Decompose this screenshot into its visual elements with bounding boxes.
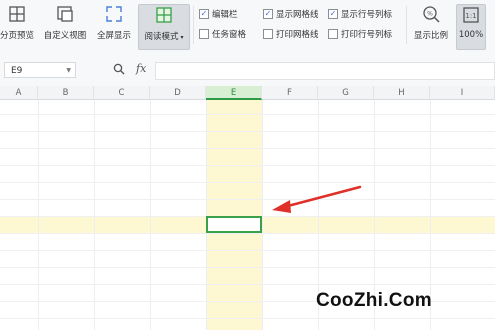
page-break-preview-label: 分页预览 xyxy=(0,31,35,41)
reading-mode-label: 阅读模式 ▾ xyxy=(144,32,184,42)
checkbox-show-gridlines[interactable]: ✓ 显示网格线 xyxy=(263,8,319,20)
ribbon-divider xyxy=(193,6,194,44)
column-highlight xyxy=(206,100,262,330)
column-header-a[interactable]: A xyxy=(0,86,38,100)
zoom-ratio-label: 显示比例 xyxy=(413,31,448,41)
check-icon: ✓ xyxy=(328,9,338,19)
zoom-ratio-icon: % xyxy=(421,4,441,24)
zoom-ratio-button[interactable]: % 显示比例 xyxy=(411,4,451,48)
annotation-arrow-icon xyxy=(272,185,362,213)
column-header-i[interactable]: I xyxy=(430,86,495,100)
fullscreen-label: 全屏显示 xyxy=(96,31,131,41)
checkbox-show-headings[interactable]: ✓ 显示行号列标 xyxy=(328,8,392,20)
reading-mode-icon xyxy=(154,5,174,25)
column-header-e[interactable]: E xyxy=(206,86,262,100)
column-header-b[interactable]: B xyxy=(38,86,94,100)
checkbox-print-headings[interactable]: 打印行号列标 xyxy=(328,28,392,40)
column-header-d[interactable]: D xyxy=(150,86,206,100)
chevron-down-icon: ▾ xyxy=(178,34,184,41)
column-header-c[interactable]: C xyxy=(94,86,150,100)
zoom-100-icon: 1:1 xyxy=(461,5,481,25)
page-break-preview-icon xyxy=(7,4,27,24)
checkbox-formula-bar[interactable]: ✓ 编辑栏 xyxy=(199,8,238,20)
zoom-search-icon[interactable] xyxy=(113,63,125,78)
name-box[interactable]: E9 ▼ xyxy=(4,62,76,78)
custom-view-icon xyxy=(55,4,75,24)
page-break-preview-button[interactable]: 分页预览 xyxy=(0,4,34,48)
svg-text:%: % xyxy=(427,11,433,18)
column-header-g[interactable]: G xyxy=(318,86,374,100)
selected-cell-e9[interactable] xyxy=(206,216,262,233)
column-header-f[interactable]: F xyxy=(262,86,318,100)
zoom-100-label: 100% xyxy=(458,30,484,40)
checkbox-print-gridlines[interactable]: 打印网格线 xyxy=(263,28,319,40)
check-icon: ✓ xyxy=(199,9,209,19)
fullscreen-icon xyxy=(104,4,124,24)
chevron-down-icon[interactable]: ▼ xyxy=(66,63,71,79)
zoom-100-button[interactable]: 1:1 100% xyxy=(456,4,486,50)
reading-mode-button[interactable]: 阅读模式 ▾ xyxy=(138,4,190,50)
fullscreen-button[interactable]: 全屏显示 xyxy=(94,4,134,48)
check-icon: ✓ xyxy=(263,9,273,19)
fx-icon[interactable]: fx xyxy=(136,62,146,75)
formula-bar: E9 ▼ fx xyxy=(0,50,495,87)
column-header-h[interactable]: H xyxy=(374,86,430,100)
ribbon-toolbar: 分页预览 自定义视图 全屏显示 阅读模式 ▾ ✓ 编辑栏 任务窗格 ✓ 显示网格线 … xyxy=(0,0,495,51)
watermark: CooZhi.Com xyxy=(316,290,432,311)
custom-view-label: 自定义视图 xyxy=(43,31,87,41)
checkbox-task-pane[interactable]: 任务窗格 xyxy=(199,28,246,40)
svg-text:1:1: 1:1 xyxy=(465,12,476,20)
formula-input[interactable] xyxy=(155,62,495,80)
ribbon-divider xyxy=(406,6,407,44)
custom-view-button[interactable]: 自定义视图 xyxy=(40,4,90,48)
